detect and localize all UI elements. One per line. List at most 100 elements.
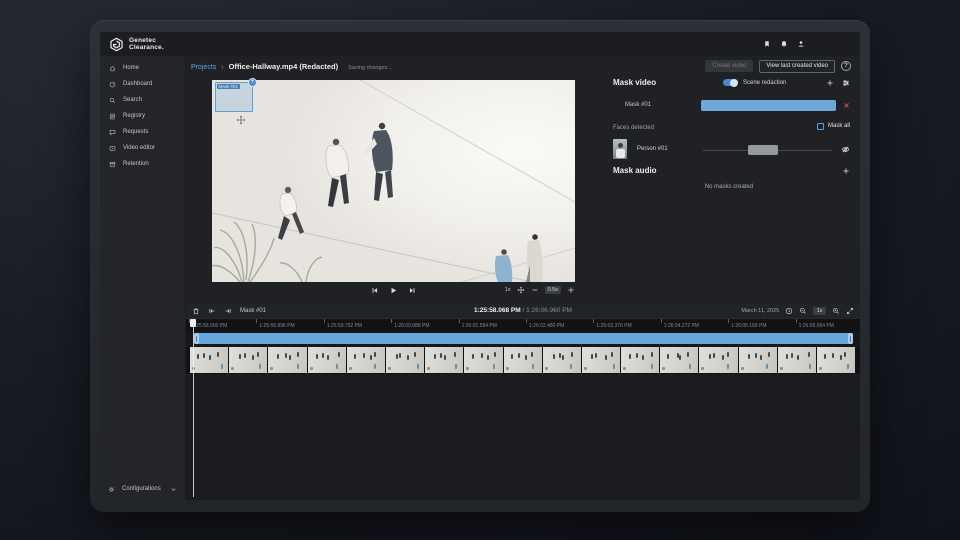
mask-duration-bar[interactable] bbox=[701, 100, 836, 111]
sidebar-nav: Home Dashboard Search Registry Requests Video… bbox=[100, 56, 185, 172]
delete-selection-icon[interactable] bbox=[192, 307, 200, 315]
mask-all-checkbox[interactable] bbox=[817, 123, 824, 130]
timeline-mask-bar[interactable] bbox=[194, 333, 853, 344]
play-button[interactable] bbox=[389, 286, 398, 295]
person-row: Person #01 bbox=[613, 139, 850, 161]
filmstrip-thumbnail[interactable] bbox=[307, 347, 346, 373]
clearance-app: Genetec Clearance. Home Dashboard Search Re… bbox=[100, 32, 860, 500]
filmstrip-thumbnail[interactable] bbox=[581, 347, 621, 373]
step-increase-button[interactable] bbox=[567, 286, 575, 294]
ruler-tick: 1:26:05.168 PM bbox=[728, 319, 767, 329]
person-icon[interactable] bbox=[797, 40, 805, 48]
mask-region-box[interactable]: Mask #01 + bbox=[215, 78, 257, 112]
sidebar-item-search[interactable]: Search bbox=[100, 92, 185, 108]
bell-icon[interactable] bbox=[780, 40, 788, 48]
main-area: Projects › Office-Hallway.mp4 (Redacted)… bbox=[186, 56, 860, 500]
filmstrip-thumbnail[interactable] bbox=[190, 347, 229, 373]
filmstrip-thumbnail[interactable] bbox=[425, 347, 464, 373]
page-title: Office-Hallway.mp4 (Redacted) bbox=[228, 61, 339, 71]
registry-icon bbox=[109, 113, 116, 120]
video-canvas[interactable]: Mask #01 + bbox=[212, 78, 575, 282]
bookmark-icon[interactable] bbox=[763, 40, 771, 48]
timeline-zoom-level[interactable]: 1x bbox=[813, 306, 826, 315]
delete-mask-icon[interactable] bbox=[843, 102, 850, 109]
mask-all-control[interactable]: Mask all bbox=[817, 123, 850, 130]
ruler-tick: 1:26:02.480 PM bbox=[525, 319, 565, 329]
set-end-icon[interactable] bbox=[224, 307, 232, 315]
ruler-tick: 1:25:58.000 PM bbox=[188, 319, 228, 329]
toggle-switch[interactable] bbox=[723, 78, 738, 87]
home-icon bbox=[109, 65, 116, 72]
filmstrip-thumbnail[interactable] bbox=[738, 347, 777, 373]
ruler-tick: 1:26:03.376 PM bbox=[593, 319, 632, 329]
sidebar-item-video-editor[interactable]: Video editor bbox=[100, 140, 185, 156]
filmstrip-thumbnail[interactable] bbox=[346, 347, 385, 373]
skip-previous-button[interactable] bbox=[370, 286, 379, 295]
step-decrease-button[interactable] bbox=[531, 286, 539, 294]
filmstrip-thumbnail[interactable] bbox=[542, 347, 581, 373]
mask-bar-right-handle[interactable] bbox=[848, 333, 853, 344]
scene-redaction-toggle[interactable]: Scene redaction bbox=[723, 78, 787, 87]
scene-redaction-label: Scene redaction bbox=[743, 79, 787, 86]
pan-tool-icon[interactable] bbox=[517, 286, 525, 294]
mask-move-handle-icon[interactable]: + bbox=[248, 78, 257, 87]
zoom-in-icon[interactable] bbox=[832, 307, 840, 315]
filmstrip-thumbnail[interactable] bbox=[385, 347, 425, 373]
timeline-mask-label: Mask #01 bbox=[240, 307, 267, 314]
filmstrip-thumbnail[interactable] bbox=[268, 347, 307, 373]
dashboard-icon bbox=[109, 81, 116, 88]
sidebar-item-configurations[interactable]: Configurations bbox=[100, 482, 185, 496]
sidebar-item-home[interactable]: Home bbox=[100, 60, 185, 76]
filmstrip-thumbnail[interactable] bbox=[464, 347, 503, 373]
breadcrumb-projects-link[interactable]: Projects bbox=[191, 64, 216, 71]
breadcrumb-separator: › bbox=[221, 63, 224, 71]
filmstrip-thumbnail[interactable] bbox=[699, 347, 738, 373]
saving-status: Saving changes... bbox=[348, 64, 392, 71]
add-mask-button[interactable] bbox=[826, 79, 834, 87]
player-controls: 1x 0.5s bbox=[212, 286, 575, 299]
filmstrip-thumbnail[interactable] bbox=[621, 347, 660, 373]
step-interval-value[interactable]: 0.5s bbox=[544, 286, 561, 294]
ruler-tick: 1:25:59.792 PM bbox=[323, 319, 363, 329]
person-detection-segment[interactable] bbox=[748, 145, 778, 155]
person-name-label: Person #01 bbox=[637, 146, 668, 152]
playhead-handle[interactable] bbox=[190, 319, 196, 327]
filmstrip-thumbnail[interactable] bbox=[229, 347, 268, 373]
filmstrip-thumbnail[interactable] bbox=[503, 347, 542, 373]
pan-cursor-icon bbox=[236, 115, 246, 125]
gear-icon bbox=[108, 486, 115, 493]
sidebar-item-registry[interactable]: Registry bbox=[100, 108, 185, 124]
sidebar-item-label: Retention bbox=[123, 161, 149, 167]
filmstrip[interactable] bbox=[186, 347, 860, 374]
timeline-toolbar: Mask #01 1:25:58.068 PM / 1:26:06.960 PM… bbox=[186, 303, 860, 318]
person-thumbnail[interactable] bbox=[613, 139, 627, 159]
visibility-off-icon[interactable] bbox=[841, 145, 850, 154]
filmstrip-thumbnail[interactable] bbox=[777, 347, 816, 373]
zoom-out-icon[interactable] bbox=[799, 307, 807, 315]
mask-all-label: Mask all bbox=[827, 123, 850, 130]
app-window: Genetec Clearance. Home Dashboard Search Re… bbox=[90, 20, 870, 512]
skip-next-button[interactable] bbox=[408, 286, 417, 295]
faces-detected-label: Faces detected bbox=[613, 125, 655, 131]
set-start-icon[interactable] bbox=[208, 307, 216, 315]
playhead-line[interactable] bbox=[193, 319, 194, 497]
sidebar-item-label: Video editor bbox=[123, 145, 155, 151]
timeline-ruler[interactable]: 1:25:58.000 PM 1:25:58.896 PM 1:25:59.792 … bbox=[186, 318, 860, 331]
video-editor-icon bbox=[109, 145, 116, 152]
sidebar-item-dashboard[interactable]: Dashboard bbox=[100, 76, 185, 92]
sidebar-item-requests[interactable]: Requests bbox=[100, 124, 185, 140]
filmstrip-thumbnail[interactable] bbox=[817, 347, 856, 373]
mask-settings-icon[interactable] bbox=[842, 79, 850, 87]
add-audio-mask-button[interactable] bbox=[842, 167, 850, 175]
clock-icon[interactable] bbox=[785, 307, 793, 315]
requests-icon bbox=[109, 129, 116, 136]
expand-timeline-icon[interactable] bbox=[846, 307, 854, 315]
mask-audio-title: Mask audio bbox=[613, 166, 657, 175]
filmstrip-thumbnail[interactable] bbox=[660, 347, 699, 373]
topbar: Genetec Clearance. bbox=[100, 32, 860, 56]
mask-bar-left-handle[interactable] bbox=[194, 333, 199, 344]
configurations-label: Configurations bbox=[122, 486, 161, 492]
sidebar-item-retention[interactable]: Retention bbox=[100, 156, 185, 172]
stage-background: Genetec Clearance. Home Dashboard Search Re… bbox=[0, 0, 960, 540]
playback-speed-label[interactable]: 1x bbox=[505, 287, 511, 293]
